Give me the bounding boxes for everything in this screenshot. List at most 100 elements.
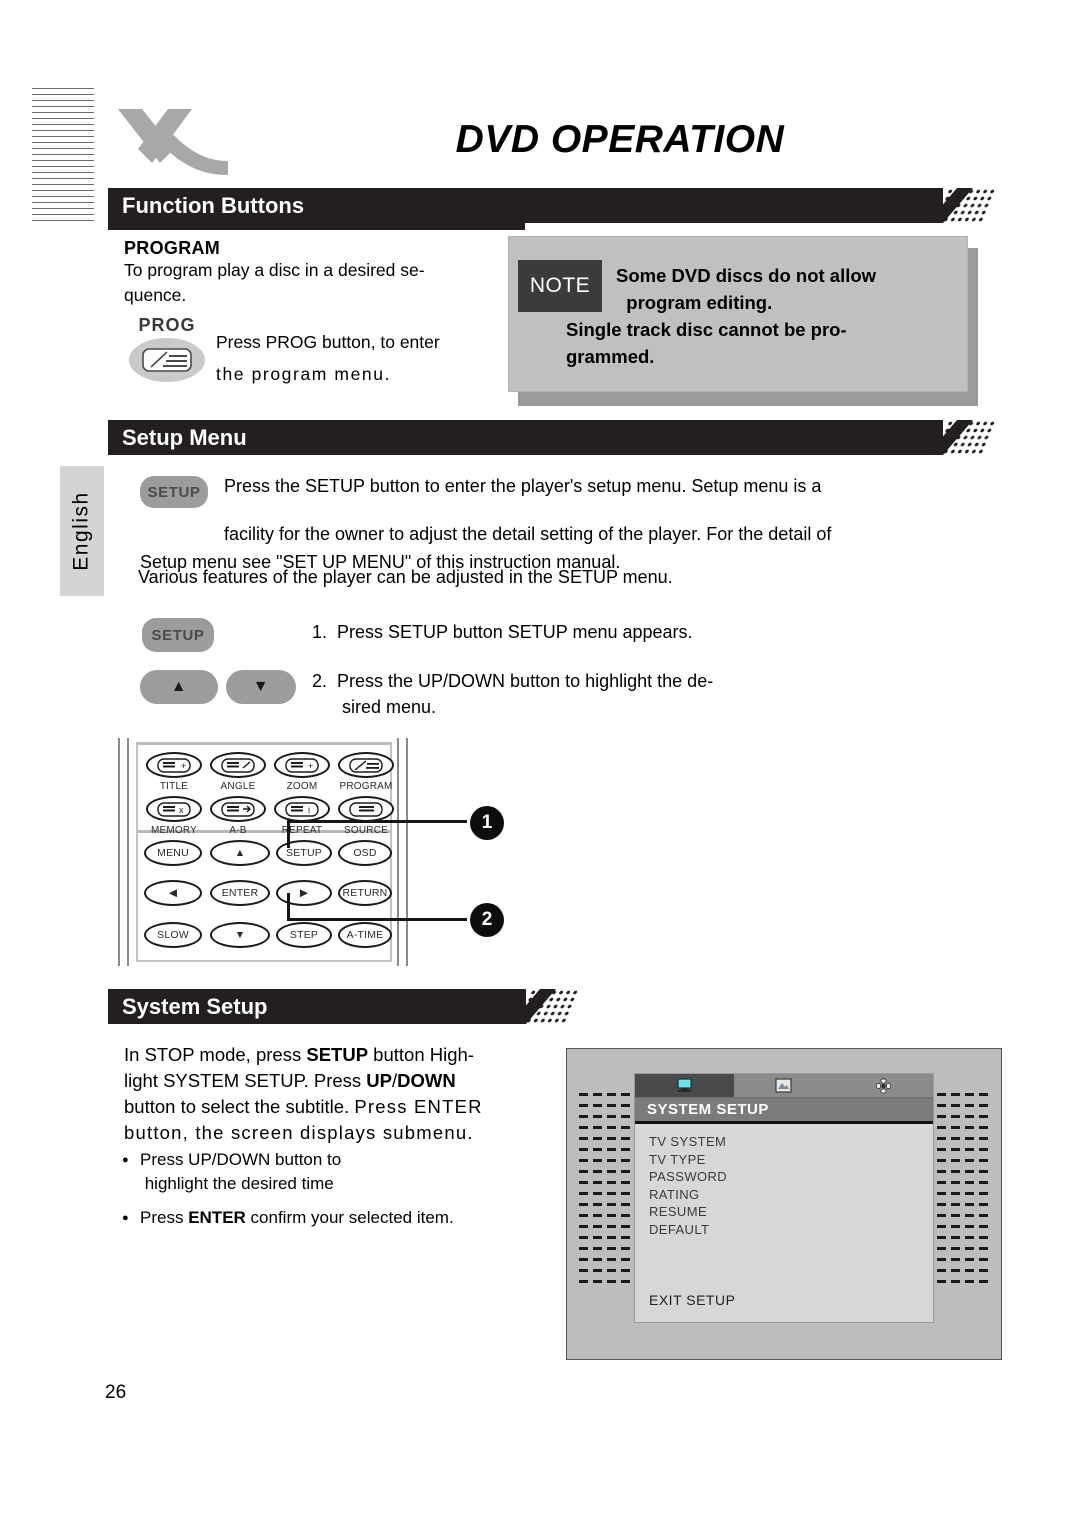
prog-instruction-line2: the program menu. <box>216 364 392 384</box>
remote-key-repeat[interactable]: i <box>274 796 330 822</box>
monitor-icon <box>677 1078 692 1092</box>
note-line-2: program editing. <box>626 292 773 313</box>
remote-key-down[interactable]: ▼ <box>210 922 270 948</box>
section-header-tail <box>108 223 525 230</box>
language-tab: English <box>60 466 104 596</box>
svg-text:i: i <box>308 805 310 815</box>
ab-key-icon <box>221 801 255 817</box>
repeat-key-icon: i <box>285 801 319 817</box>
remote-edge-line <box>397 738 399 966</box>
page-number: 26 <box>105 1382 127 1403</box>
remote-key-left[interactable]: ◀ <box>144 880 202 906</box>
setup-various-line: Various features of the player can be ad… <box>138 567 673 587</box>
setup-step-2: 2. Press the UP/DOWN button to highlight… <box>312 671 714 717</box>
remote-key-zoom[interactable]: + <box>274 752 330 778</box>
setup-paragraph-line1: Press the SETUP button to enter the play… <box>224 476 822 496</box>
prog-key-graphic: PROG <box>124 315 210 395</box>
osd-dash-left <box>579 1093 631 1283</box>
remote-key-enter[interactable]: ENTER <box>210 880 270 906</box>
osd-panel: SYSTEM SETUP TV SYSTEM TV TYPE PASSWORD … <box>634 1073 934 1323</box>
prog-instruction-line1: Press PROG button, to enter <box>216 332 440 352</box>
osd-item-tv-system[interactable]: TV SYSTEM <box>649 1133 933 1151</box>
svg-text:x: x <box>179 805 184 815</box>
section-header-label: Setup Menu <box>122 424 247 450</box>
svg-text:+: + <box>181 761 186 771</box>
note-text-secondary: Single track disc cannot be pro- grammed… <box>566 316 966 370</box>
note-tag: NOTE <box>518 260 602 312</box>
note-callout: NOTE Some DVD discs do not allow program… <box>508 236 978 406</box>
note-text-primary: Some DVD discs do not allow program edit… <box>616 262 961 316</box>
remote-key-label: ANGLE <box>220 781 256 792</box>
bar-dot-pattern <box>516 989 580 1024</box>
remote-key-title[interactable]: + <box>146 752 202 778</box>
remote-key-osd[interactable]: OSD <box>338 840 392 866</box>
remote-control-illustration: + TITLE ANGLE + ZOOM PROGRAM x MEMORY A-… <box>118 738 410 966</box>
remote-key-label: MEMORY <box>150 825 198 836</box>
bar-dot-pattern <box>933 188 997 223</box>
memory-key-icon: x <box>157 801 191 817</box>
program-description: To program play a disc in a desired se-q… <box>124 260 425 305</box>
osd-item-tv-type[interactable]: TV TYPE <box>649 1151 933 1169</box>
svg-text:+: + <box>308 761 313 771</box>
remote-edge-line <box>406 738 408 966</box>
setup-step-1: 1. Press SETUP button SETUP menu appears… <box>312 622 693 642</box>
remote-key-program[interactable] <box>338 752 394 778</box>
up-button-graphic: ▲ <box>140 670 218 704</box>
remote-key-atime[interactable]: A-TIME <box>338 922 392 948</box>
section-header-label: Function Buttons <box>122 192 305 218</box>
callout-2-leader-horizontal <box>287 918 467 921</box>
remote-key-slow[interactable]: SLOW <box>144 922 202 948</box>
remote-key-right[interactable]: ▶ <box>276 880 332 906</box>
osd-tab-preference[interactable] <box>834 1074 933 1097</box>
remote-key-source[interactable] <box>338 796 394 822</box>
program-key-icon <box>142 348 192 372</box>
source-key-icon <box>349 801 383 817</box>
callout-1-leader-vertical <box>287 820 290 848</box>
x-logo <box>118 109 228 175</box>
zoom-key-icon: + <box>285 757 319 773</box>
remote-key-label: SOURCE <box>344 825 388 836</box>
angle-key-icon <box>221 757 255 773</box>
remote-key-ab[interactable] <box>210 796 266 822</box>
prog-key-label: PROG <box>138 315 196 335</box>
remote-key-angle[interactable] <box>210 752 266 778</box>
gear-icon <box>875 1077 891 1094</box>
remote-key-memory[interactable]: x <box>146 796 202 822</box>
osd-item-resume[interactable]: RESUME <box>649 1203 933 1221</box>
note-line-4: grammed. <box>566 346 655 367</box>
bar-dot-pattern <box>933 420 997 455</box>
language-tab-label: English <box>70 491 94 571</box>
callout-2: 2 <box>470 903 504 937</box>
osd-exit-setup[interactable]: EXIT SETUP <box>649 1292 735 1308</box>
osd-item-default[interactable]: DEFAULT <box>649 1221 933 1239</box>
osd-tab-picture[interactable] <box>734 1074 833 1097</box>
note-line-1: Some DVD discs do not allow <box>616 265 877 286</box>
remote-key-label: PROGRAM <box>339 781 393 792</box>
down-button-graphic: ▼ <box>226 670 296 704</box>
remote-key-step[interactable]: STEP <box>276 922 332 948</box>
remote-key-menu[interactable]: MENU <box>144 840 202 866</box>
section-header-setup-menu: Setup Menu <box>108 420 997 455</box>
setup-button-graphic-step1: SETUP <box>142 618 214 652</box>
prog-key-button <box>129 338 205 382</box>
osd-tab-system[interactable] <box>635 1074 735 1097</box>
remote-key-return[interactable]: RETURN <box>338 880 392 906</box>
note-line-3: Single track disc cannot be pro- <box>566 319 847 340</box>
section-header-system-setup: System Setup <box>108 989 580 1024</box>
setup-paragraph-line2: facility for the owner to adjust the det… <box>224 524 832 544</box>
osd-item-rating[interactable]: RATING <box>649 1186 933 1204</box>
osd-dash-right <box>937 1093 989 1283</box>
picture-icon <box>775 1078 793 1093</box>
osd-screen-image: SYSTEM SETUP TV SYSTEM TV TYPE PASSWORD … <box>566 1048 1002 1360</box>
title-key-icon: + <box>157 757 191 773</box>
osd-item-list: TV SYSTEM TV TYPE PASSWORD RATING RESUME… <box>635 1124 933 1238</box>
remote-key-up[interactable]: ▲ <box>210 840 270 866</box>
callout-2-leader-vertical <box>287 893 290 921</box>
stripe-decoration <box>32 88 94 221</box>
remote-key-setup[interactable]: SETUP <box>276 840 332 866</box>
page-title: DVD OPERATION <box>455 118 785 161</box>
system-setup-bullet-1: Press UP/DOWN button to highlight the de… <box>122 1148 490 1196</box>
osd-item-password[interactable]: PASSWORD <box>649 1168 933 1186</box>
system-setup-paragraph: In STOP mode, press SETUP button High- l… <box>124 1044 483 1143</box>
system-setup-bullet-2: Press ENTER confirm your selected item. <box>122 1206 540 1230</box>
